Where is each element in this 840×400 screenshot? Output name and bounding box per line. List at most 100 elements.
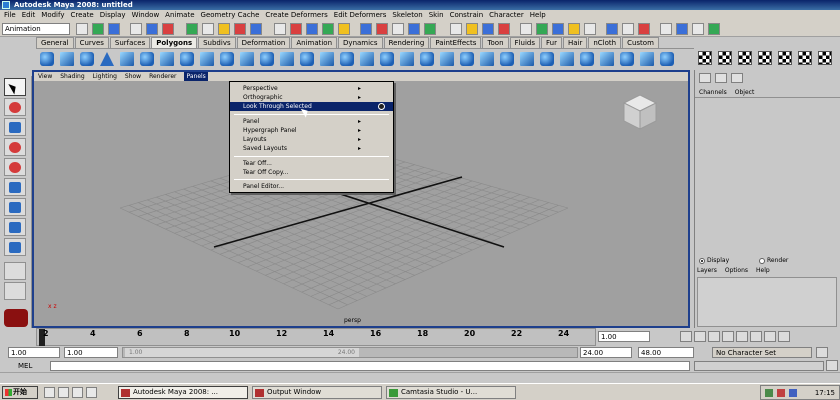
- mask-joints-icon[interactable]: [202, 23, 214, 35]
- shelf-tab-subdivs[interactable]: Subdivs: [198, 37, 236, 48]
- layout-icon[interactable]: [660, 23, 672, 35]
- xray-icon[interactable]: [584, 23, 596, 35]
- split-polygon-icon[interactable]: [460, 52, 474, 66]
- playback-end-field[interactable]: 24.00: [580, 347, 632, 358]
- render-icon[interactable]: [376, 23, 388, 35]
- render-settings-icon[interactable]: [408, 23, 420, 35]
- menu-edit[interactable]: Edit: [22, 10, 36, 21]
- menu-item-tear-off-copy[interactable]: Tear Off Copy...: [230, 168, 393, 177]
- security-tray-icon[interactable]: [777, 389, 785, 397]
- channel-box-icon[interactable]: [638, 23, 650, 35]
- mask-surfaces-icon[interactable]: [234, 23, 246, 35]
- sphere-shading-icon[interactable]: [482, 23, 494, 35]
- checker-map-icon[interactable]: [698, 51, 712, 65]
- attribute-editor-toggle-icon[interactable]: [715, 73, 727, 83]
- channel-box-menu-object[interactable]: Object: [735, 88, 755, 97]
- time-slider-track[interactable]: 2 4 6 8 10 12 14 16 18 20 22 24: [36, 328, 596, 347]
- save-scene-icon[interactable]: [108, 23, 120, 35]
- bridge-icon[interactable]: [400, 52, 414, 66]
- panel-menu-shading[interactable]: Shading: [60, 72, 84, 81]
- shelf-tab-rendering[interactable]: Rendering: [383, 37, 430, 48]
- menu-modify[interactable]: Modify: [41, 10, 64, 21]
- mask-handles-icon[interactable]: [186, 23, 198, 35]
- poly-pipe-icon[interactable]: [200, 52, 214, 66]
- menu-item-hypergraph-panel[interactable]: Hypergraph Panel ▸: [230, 126, 393, 135]
- bevel-icon[interactable]: [500, 52, 514, 66]
- menu-constrain[interactable]: Constrain: [450, 10, 484, 21]
- extrude-icon[interactable]: [380, 52, 394, 66]
- quick-launch-desktop-icon[interactable]: [44, 387, 55, 398]
- poly-soccerball-icon[interactable]: [240, 52, 254, 66]
- checker-unfold-icon[interactable]: [778, 51, 792, 65]
- snap-curve-icon[interactable]: [290, 23, 302, 35]
- shelf-tab-dynamics[interactable]: Dynamics: [338, 37, 383, 48]
- four-pane-layout[interactable]: [4, 282, 26, 300]
- attribute-editor-icon[interactable]: [606, 23, 618, 35]
- shelf-tab-custom[interactable]: Custom: [622, 37, 659, 48]
- menu-skeleton[interactable]: Skeleton: [392, 10, 422, 21]
- checker-uv-icon[interactable]: [718, 51, 732, 65]
- mirror-icon[interactable]: [360, 52, 374, 66]
- quick-launch-browser-icon[interactable]: [58, 387, 69, 398]
- step-forward-frame-icon[interactable]: [750, 331, 762, 342]
- input-line-icon[interactable]: [424, 23, 436, 35]
- automatic-map-icon[interactable]: [640, 52, 654, 66]
- range-slider-handle[interactable]: 1.00 24.00: [125, 348, 359, 357]
- shelf-tab-hair[interactable]: Hair: [562, 37, 588, 48]
- rotate-tool[interactable]: [4, 158, 26, 176]
- menu-geometry-cache[interactable]: Geometry Cache: [201, 10, 260, 21]
- channel-box-menu-channels[interactable]: Channels: [699, 88, 727, 97]
- menu-item-panel[interactable]: Panel ▸: [230, 117, 393, 126]
- camera-icon[interactable]: [536, 23, 548, 35]
- select-component-icon[interactable]: [162, 23, 174, 35]
- poly-pyramid-icon[interactable]: [180, 52, 194, 66]
- layer-mode-display[interactable]: Display: [699, 257, 729, 264]
- layer-menu-help[interactable]: Help: [756, 267, 770, 274]
- shelf-tab-deformation[interactable]: Deformation: [236, 37, 291, 48]
- mask-curves-icon[interactable]: [218, 23, 230, 35]
- lock-icon[interactable]: [450, 23, 462, 35]
- poly-cylinder-icon[interactable]: [80, 52, 94, 66]
- checker-tile-icon[interactable]: [738, 51, 752, 65]
- poly-cone-icon[interactable]: [100, 52, 114, 66]
- show-manipulator-tool[interactable]: [4, 238, 26, 256]
- script-icon[interactable]: [692, 23, 704, 35]
- shelf-tab-curves[interactable]: Curves: [74, 37, 109, 48]
- menu-animate[interactable]: Animate: [165, 10, 194, 21]
- play-backwards-icon[interactable]: [722, 331, 734, 342]
- menu-item-panel-editor[interactable]: Panel Editor...: [230, 182, 393, 191]
- planar-map-icon[interactable]: [580, 52, 594, 66]
- character-set-dropdown[interactable]: No Character Set: [712, 347, 812, 358]
- history-icon[interactable]: [360, 23, 372, 35]
- extract-icon[interactable]: [320, 52, 334, 66]
- option-box-icon[interactable]: [378, 103, 385, 110]
- menu-item-look-through-selected[interactable]: Look Through Selected: [230, 102, 393, 111]
- checker-relax-icon[interactable]: [798, 51, 812, 65]
- make-live-icon[interactable]: [338, 23, 350, 35]
- snap-point-icon[interactable]: [306, 23, 318, 35]
- play-forwards-icon[interactable]: [736, 331, 748, 342]
- panel-menu-show[interactable]: Show: [125, 72, 141, 81]
- panel-menu-lighting[interactable]: Lighting: [93, 72, 117, 81]
- move-tool[interactable]: [4, 138, 26, 156]
- step-back-key-icon[interactable]: [694, 331, 706, 342]
- snap-view-plane-icon[interactable]: [322, 23, 334, 35]
- new-scene-icon[interactable]: [76, 23, 88, 35]
- layer-menu-options[interactable]: Options: [725, 267, 748, 274]
- manipulator-tool[interactable]: [4, 198, 26, 216]
- shelf-tab-general[interactable]: General: [36, 37, 74, 48]
- range-slider-bar[interactable]: 1.00 24.00: [122, 347, 578, 358]
- open-scene-icon[interactable]: [92, 23, 104, 35]
- smooth-icon[interactable]: [340, 52, 354, 66]
- step-forward-key-icon[interactable]: [764, 331, 776, 342]
- auto-key-icon[interactable]: [816, 347, 828, 358]
- menu-skin[interactable]: Skin: [429, 10, 444, 21]
- taskbar-output-window[interactable]: Output Window: [252, 386, 382, 399]
- shading-icon[interactable]: [466, 23, 478, 35]
- start-time-field[interactable]: 1.00: [8, 347, 60, 358]
- append-polygon-icon[interactable]: [420, 52, 434, 66]
- collapse-icon[interactable]: [540, 52, 554, 66]
- shelf-tab-painteffects[interactable]: PaintEffects: [430, 37, 482, 48]
- shelf-tab-fluids[interactable]: Fluids: [509, 37, 540, 48]
- quick-launch-media-icon[interactable]: [86, 387, 97, 398]
